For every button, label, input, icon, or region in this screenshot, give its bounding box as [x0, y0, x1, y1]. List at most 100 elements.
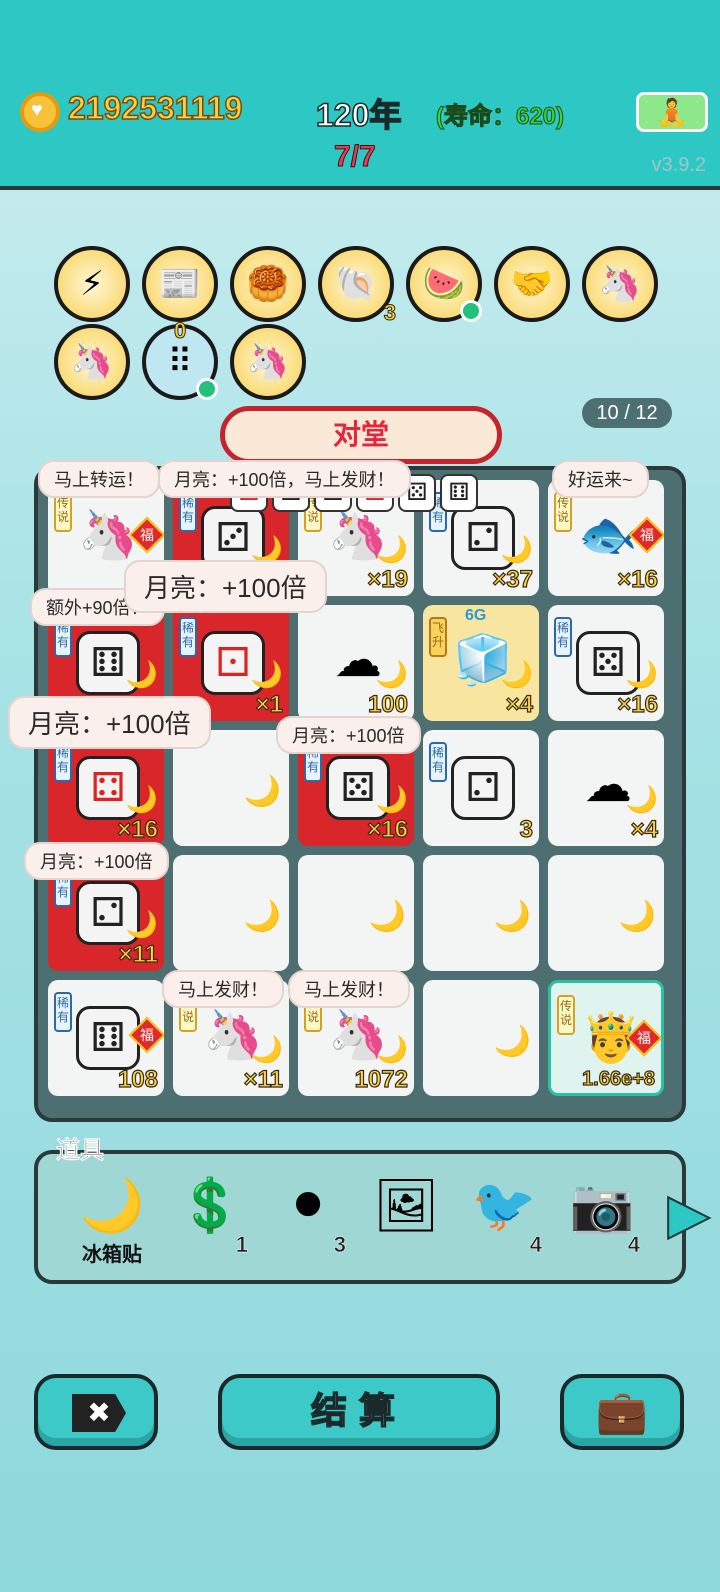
relic-count: 3	[383, 300, 396, 325]
handshake-icon: 🤝	[510, 265, 554, 303]
relic-dice-box-icon[interactable]: ⠿ 0	[142, 319, 218, 400]
speech-bubble: 马上发财！	[288, 970, 410, 1008]
dice-icon: ⚅	[76, 1006, 140, 1070]
cell-value: ×11	[118, 940, 159, 968]
speech-bubble: 月亮：+100倍	[276, 716, 421, 754]
moon-icon: 🌙	[250, 1034, 283, 1064]
rarity-tag: 传说	[54, 492, 72, 532]
moon-icon: 🌙	[79, 1177, 145, 1235]
coin-icon	[20, 92, 60, 132]
cell-value: 100	[367, 690, 408, 718]
relic-unicorn-icon[interactable]: 🦄	[582, 246, 658, 322]
prop-bird[interactable]: 🐦 4	[464, 1174, 544, 1270]
relic-lightning-icon[interactable]: ⚡	[54, 246, 130, 322]
moon-icon: 🌙	[125, 909, 158, 939]
stage-banner: 对堂	[220, 406, 502, 464]
moon-icon: 🌙	[375, 534, 408, 564]
settle-button[interactable]: 结算	[218, 1374, 500, 1450]
rarity-tag: 稀有	[554, 617, 572, 657]
moon-icon: 🌙	[493, 1025, 531, 1058]
dollar-coin-icon: 💲	[177, 1177, 243, 1235]
shell-icon: 🐚	[334, 265, 378, 303]
speech-bubble: 月亮：+100倍，马上发财！	[158, 460, 411, 498]
moon-icon: 🌙	[500, 659, 533, 689]
prop-frame[interactable]: 🖼	[366, 1174, 446, 1270]
status-dot	[196, 378, 218, 400]
board-cell[interactable]: 稀有⚄🌙×16	[548, 605, 664, 721]
unicorn-icon: 🦄	[246, 343, 290, 381]
moon-icon: 🌙	[375, 784, 408, 814]
board-cell[interactable]: 🌙	[173, 855, 289, 971]
progress-badge: 10 / 12	[582, 398, 672, 428]
moon-icon: 🌙	[625, 659, 658, 689]
rarity-tag: 稀有	[429, 742, 447, 782]
prop-coin[interactable]: 💲 1	[170, 1174, 250, 1270]
relic-mooncake-icon[interactable]: 🥮	[230, 246, 306, 322]
rarity-tag: 传说	[554, 492, 572, 532]
cell-value: 3	[519, 815, 534, 843]
close-button[interactable]: ✖	[34, 1374, 158, 1450]
moon-icon: 🌙	[493, 900, 531, 933]
moon-icon: 🌙	[125, 659, 158, 689]
lifespan-value: (寿命：620)	[435, 103, 565, 131]
version-label: v3.9.2	[651, 154, 706, 176]
board-cell[interactable]: 稀有 ⚅ 福 108	[48, 980, 164, 1096]
prop-black-hole[interactable]: ⚫ 3	[268, 1174, 348, 1270]
cell-value: ×19	[367, 565, 409, 593]
cell-value: ×16	[117, 815, 159, 843]
cell-value: ×1	[255, 690, 284, 718]
prop-count: 3	[333, 1232, 346, 1258]
board-cell[interactable]: 🌙	[548, 855, 664, 971]
speech-bubble: 好运来~	[552, 460, 649, 498]
cell-value: 108	[117, 1065, 158, 1093]
mooncake-icon: 🥮	[246, 265, 290, 303]
prop-fridge-magnet[interactable]: 🌙 冰箱贴	[72, 1174, 152, 1270]
board-cell[interactable]: ☁ 🌙 100	[298, 605, 414, 721]
rarity-tag: 飞升	[429, 617, 447, 657]
board-cell[interactable]: 稀有 ⚁ 3	[423, 730, 539, 846]
cell-value: ×4	[505, 690, 534, 718]
relic-unicorn-icon[interactable]: 🦄	[54, 324, 130, 400]
relic-handshake-icon[interactable]: 🤝	[494, 246, 570, 322]
board-cell[interactable]: ☁ 🌙 ×4	[548, 730, 664, 846]
speech-bubble: 马上发财！	[162, 970, 284, 1008]
cell-value: ×4	[630, 815, 659, 843]
board-cell[interactable]: 传说 🤴 福 1.66e+8	[548, 980, 664, 1096]
prop-camera[interactable]: 📷 4	[562, 1174, 642, 1270]
board-cell[interactable]: 🌙	[423, 855, 539, 971]
cell-value: ×16	[367, 815, 409, 843]
camera-icon: 📷	[569, 1177, 635, 1235]
prop-count: 4	[529, 1232, 542, 1258]
unicorn-icon: 🦄	[598, 265, 642, 303]
moon-icon: 🌙	[375, 659, 408, 689]
relic-time-icon[interactable]: 📰	[142, 246, 218, 322]
dice-icon: ⚁	[451, 756, 515, 820]
board-cell[interactable]: 🌙	[298, 855, 414, 971]
cell-value: ×16	[617, 565, 659, 593]
status-dot	[460, 300, 482, 322]
next-arrow-icon[interactable]: ▶	[667, 1185, 711, 1246]
board-cell[interactable]: 飞升 6G 🧊 🌙 ×4	[423, 605, 539, 721]
top-bar: 2192531119 120年 (寿命：620) 🧘 7/7 v3.9.2	[0, 0, 720, 190]
bag-button[interactable]: 💼	[560, 1374, 684, 1450]
cell-value: ×11	[243, 1065, 284, 1093]
relic-fruit-icon[interactable]: 🍉	[406, 246, 482, 322]
meditate-button[interactable]: 🧘	[636, 92, 708, 132]
round-counter: 7/7	[334, 140, 377, 174]
dice-icon: ⚅	[440, 474, 478, 512]
prop-count: 4	[627, 1232, 640, 1258]
rarity-tag: 稀有	[179, 617, 197, 657]
rarity-tag: 稀有	[54, 992, 72, 1032]
moon-icon: 🌙	[368, 900, 406, 933]
rarity-tag: 稀有	[179, 492, 197, 532]
speech-bubble: 月亮：+100倍	[124, 560, 327, 613]
prop-count: 1	[235, 1232, 248, 1258]
relic-unicorn-icon[interactable]: 🦄	[230, 324, 306, 400]
relic-shell-icon[interactable]: 🐚 3	[318, 246, 397, 325]
board-cell[interactable]: 🌙	[423, 980, 539, 1096]
cell-value: 1.66e+8	[582, 1067, 656, 1090]
bird-icon: 🐦	[471, 1177, 537, 1235]
props-title: 道具	[56, 1137, 105, 1165]
fruit-icon: 🍉	[422, 265, 466, 303]
rarity-tag: 传说	[557, 995, 575, 1035]
